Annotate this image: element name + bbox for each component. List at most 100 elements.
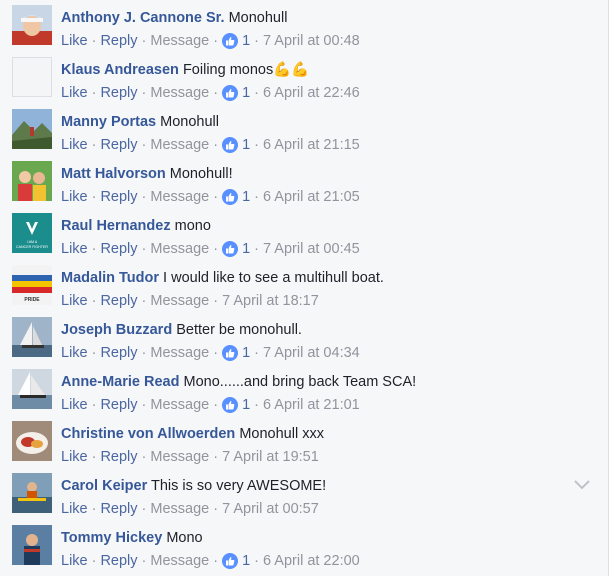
comment-text: Monohull	[228, 10, 288, 26]
message-link[interactable]: Message	[150, 188, 209, 206]
separator: ·	[254, 33, 259, 49]
like-link[interactable]: Like	[61, 448, 88, 466]
separator: ·	[213, 345, 219, 361]
profile-avatar[interactable]: I AM A CANCER FIGHTER	[12, 213, 52, 253]
message-link[interactable]: Message	[150, 292, 209, 310]
profile-avatar[interactable]	[12, 57, 52, 97]
comment-timestamp[interactable]: 6 April at 21:01	[263, 396, 360, 414]
comment-timestamp[interactable]: 7 April at 00:45	[263, 240, 360, 258]
comment-author[interactable]: Raul Hernandez	[61, 218, 171, 234]
thumbs-up-icon	[222, 345, 239, 361]
comment-author[interactable]: Christine von Allwoerden	[61, 426, 235, 442]
comment-timestamp[interactable]: 7 April at 04:34	[263, 344, 360, 362]
comment-timestamp[interactable]: 6 April at 22:00	[263, 552, 360, 570]
like-link[interactable]: Like	[61, 396, 88, 414]
reply-link[interactable]: Reply	[100, 500, 137, 518]
profile-avatar[interactable]	[12, 109, 52, 149]
message-link[interactable]: Message	[150, 500, 209, 518]
reaction-count[interactable]: 1	[222, 188, 250, 206]
comment-timestamp[interactable]: 6 April at 22:46	[263, 84, 360, 102]
profile-avatar[interactable]	[12, 525, 52, 565]
comment-author[interactable]: Anne-Marie Read	[61, 374, 179, 390]
reply-link[interactable]: Reply	[100, 32, 137, 50]
reply-link[interactable]: Reply	[100, 344, 137, 362]
like-link[interactable]: Like	[61, 32, 88, 50]
like-link[interactable]: Like	[61, 84, 88, 102]
comment-actions: Like · Reply · Message · 7 April at 00:5…	[61, 500, 319, 518]
comment-actions: Like · Reply · Message · 1 · 6 April at …	[61, 84, 360, 102]
comment-timestamp[interactable]: 7 April at 18:17	[222, 292, 319, 310]
like-link[interactable]: Like	[61, 500, 88, 518]
comment-actions: Like · Reply · Message · 1 · 6 April at …	[61, 552, 360, 570]
like-link[interactable]: Like	[61, 188, 88, 206]
comment-item: Anne-Marie Read Mono......and bring back…	[12, 369, 592, 421]
message-link[interactable]: Message	[150, 136, 209, 154]
like-count: 1	[242, 553, 251, 569]
reaction-count[interactable]: 1	[222, 344, 250, 362]
like-link[interactable]: Like	[61, 240, 88, 258]
message-link[interactable]: Message	[150, 396, 209, 414]
separator: ·	[91, 85, 97, 101]
separator: ·	[254, 241, 259, 257]
reply-link[interactable]: Reply	[100, 396, 137, 414]
reply-link[interactable]: Reply	[100, 292, 137, 310]
reply-link[interactable]: Reply	[100, 188, 137, 206]
sailboat-avatar-icon	[12, 317, 52, 357]
comment-timestamp[interactable]: 6 April at 21:05	[263, 188, 360, 206]
separator: ·	[141, 189, 147, 205]
comment-author[interactable]: Anthony J. Cannone Sr.	[61, 10, 225, 26]
reaction-count[interactable]: 1	[222, 32, 250, 50]
comment-timestamp[interactable]: 6 April at 21:15	[263, 136, 360, 154]
landscape-avatar-icon	[12, 109, 52, 149]
comment-author[interactable]: Madalin Tudor	[61, 270, 159, 286]
message-link[interactable]: Message	[150, 344, 209, 362]
comment-actions: Like · Reply · Message · 1 · 7 April at …	[61, 240, 360, 258]
comment-actions: Like · Reply · Message · 1 · 6 April at …	[61, 396, 360, 414]
comment-timestamp[interactable]: 7 April at 00:48	[263, 32, 360, 50]
comment-line: Raul Hernandez mono	[61, 217, 211, 235]
comment-author[interactable]: Joseph Buzzard	[61, 322, 172, 338]
comment-author[interactable]: Klaus Andreasen	[61, 62, 179, 78]
reply-link[interactable]: Reply	[100, 448, 137, 466]
reaction-count[interactable]: 1	[222, 552, 250, 570]
profile-avatar[interactable]	[12, 473, 52, 513]
reaction-count[interactable]: 1	[222, 136, 250, 154]
yacht-avatar-icon	[12, 369, 52, 409]
comment-author[interactable]: Matt Halvorson	[61, 166, 166, 182]
profile-avatar[interactable]	[12, 161, 52, 201]
comment-author[interactable]: Carol Keiper	[61, 478, 147, 494]
comment-timestamp[interactable]: 7 April at 00:57	[222, 500, 319, 518]
message-link[interactable]: Message	[150, 240, 209, 258]
reply-link[interactable]: Reply	[100, 136, 137, 154]
comment-item: Klaus Andreasen Foiling monos💪💪 Like · R…	[12, 57, 592, 109]
message-link[interactable]: Message	[150, 32, 209, 50]
message-link[interactable]: Message	[150, 448, 209, 466]
reaction-count[interactable]: 1	[222, 84, 250, 102]
thumbs-up-icon	[222, 33, 239, 49]
like-link[interactable]: Like	[61, 552, 88, 570]
comment-author[interactable]: Manny Portas	[61, 114, 156, 130]
profile-avatar[interactable]: PRIDE	[12, 265, 52, 305]
chevron-down-icon[interactable]	[573, 478, 591, 490]
separator: ·	[91, 189, 97, 205]
like-link[interactable]: Like	[61, 292, 88, 310]
profile-avatar[interactable]	[12, 369, 52, 409]
thumbs-up-icon	[222, 189, 239, 205]
comment-timestamp[interactable]: 7 April at 19:51	[222, 448, 319, 466]
reply-link[interactable]: Reply	[100, 240, 137, 258]
reply-link[interactable]: Reply	[100, 552, 137, 570]
reaction-count[interactable]: 1	[222, 240, 250, 258]
message-link[interactable]: Message	[150, 552, 209, 570]
message-link[interactable]: Message	[150, 84, 209, 102]
profile-avatar[interactable]	[12, 421, 52, 461]
thumbs-up-icon	[222, 85, 239, 101]
profile-avatar[interactable]	[12, 5, 52, 45]
reaction-count[interactable]: 1	[222, 396, 250, 414]
separator: ·	[213, 85, 219, 101]
comment-author[interactable]: Tommy Hickey	[61, 530, 162, 546]
like-link[interactable]: Like	[61, 344, 88, 362]
comment-item: Christine von Allwoerden Monohull xxx Li…	[12, 421, 592, 473]
profile-avatar[interactable]	[12, 317, 52, 357]
like-link[interactable]: Like	[61, 136, 88, 154]
reply-link[interactable]: Reply	[100, 84, 137, 102]
